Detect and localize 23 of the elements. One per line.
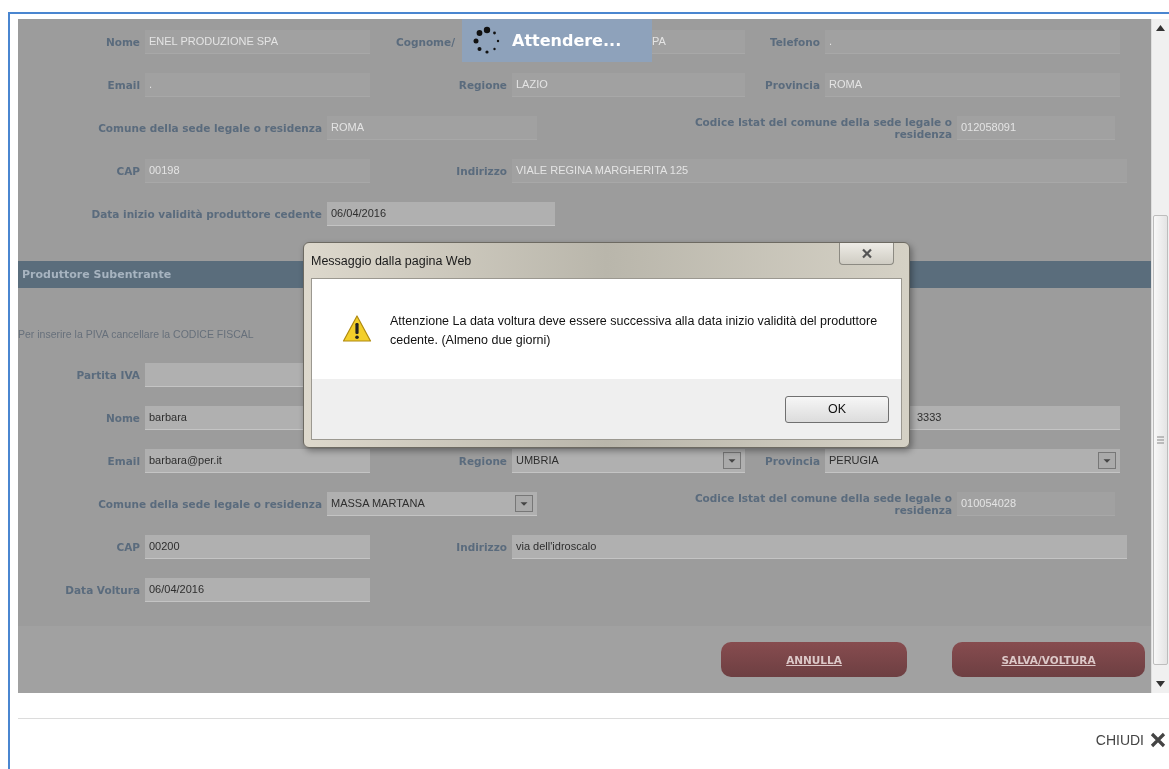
field-label: Nome: [105, 411, 140, 424]
field-label: Codice Istat del comune della sede legale o residenza: [693, 115, 952, 140]
loading-text: Attendere...: [512, 31, 622, 50]
field-label: Telefono: [769, 35, 820, 48]
field-label: Data inizio validità produttore cedente: [91, 207, 322, 220]
field-label: Comune della sede legale o residenza: [98, 497, 322, 510]
field-label: Email: [107, 78, 140, 91]
dialog-message: Attenzione La data voltura deve essere successiva alla data inizio validità del produttore cedente. (Almeno due giorni): [390, 313, 879, 349]
field-label: Regione: [458, 78, 507, 91]
field-label: CAP: [116, 540, 140, 553]
field-label: Comune della sede legale o residenza: [98, 121, 322, 134]
field-label: Partita IVA: [76, 368, 140, 381]
field-label: Indirizzo: [456, 164, 507, 177]
field-label: Cognome/: [395, 35, 455, 48]
field-label: Nome: [105, 35, 140, 48]
field-label: Indirizzo: [456, 540, 507, 553]
field-label: Codice Istat del comune della sede legale o residenza: [693, 491, 952, 516]
field-label: Regione: [458, 454, 507, 467]
field-label: Email: [107, 454, 140, 467]
field-label: Data Voltura: [65, 583, 140, 596]
field-label: Provincia: [765, 454, 820, 467]
field-label: CAP: [116, 164, 140, 177]
field-label: Provincia: [765, 78, 820, 91]
